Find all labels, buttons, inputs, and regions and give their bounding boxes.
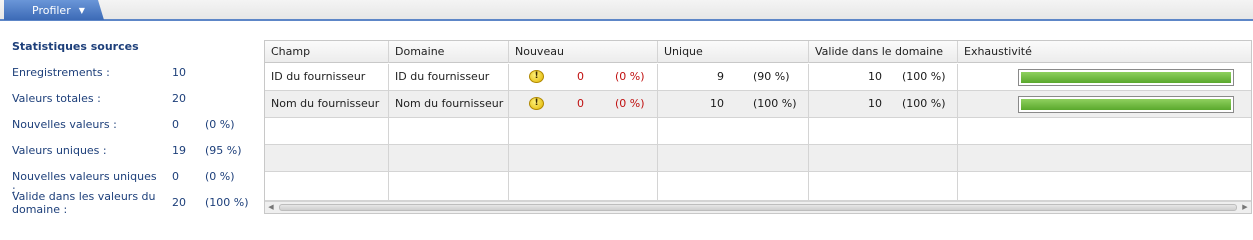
scroll-thumb[interactable] — [279, 204, 1237, 211]
stat-pct: (0 %) — [205, 118, 235, 131]
col-header-champ[interactable]: Champ — [265, 41, 389, 63]
source-stats-panel: Statistiques sources Enregistrements : 1… — [0, 30, 260, 216]
empty-cell — [265, 118, 389, 144]
col-header-domaine[interactable]: Domaine — [389, 41, 509, 63]
valide-value: 10 — [868, 97, 882, 110]
valide-pct: (100 %) — [902, 97, 946, 110]
unique-value: 9 — [717, 70, 724, 83]
tab-strip-accent — [0, 19, 1253, 21]
valide-pct: (100 %) — [902, 70, 946, 83]
empty-cell — [265, 145, 389, 171]
empty-cell — [509, 172, 658, 201]
empty-cell — [658, 145, 809, 171]
tab-profiler[interactable]: Profiler ▼ — [4, 0, 104, 20]
unique-pct: (90 %) — [753, 70, 790, 83]
table-row[interactable]: Nom du fournisseur Nom du fournisseur ! … — [265, 91, 1251, 118]
col-header-unique[interactable]: Unique — [658, 41, 809, 63]
empty-row — [265, 172, 1251, 201]
empty-cell — [809, 118, 958, 144]
completeness-bar — [1018, 96, 1234, 113]
stat-label: Nouvelles valeurs : — [12, 118, 117, 131]
cell-exhaustivite — [958, 91, 1251, 117]
cell-valide: 10 (100 %) — [809, 64, 958, 90]
empty-cell — [809, 172, 958, 201]
stat-pct: (95 %) — [205, 144, 242, 157]
stat-row-records: Enregistrements : 10 — [12, 66, 260, 86]
nouveau-pct: (0 %) — [615, 70, 645, 83]
cell-valide: 10 (100 %) — [809, 91, 958, 117]
stat-label: Valeurs uniques : — [12, 144, 107, 157]
stat-value: 20 — [172, 92, 186, 105]
cell-nouveau: ! 0 (0 %) — [509, 64, 658, 90]
horizontal-scrollbar[interactable]: ◀ ▶ — [265, 201, 1251, 213]
top-tab-strip: Profiler ▼ — [0, 0, 1253, 21]
stat-value: 0 — [172, 170, 179, 183]
stat-label: Enregistrements : — [12, 66, 110, 79]
scroll-right-icon[interactable]: ▶ — [1239, 202, 1251, 213]
stat-value: 0 — [172, 118, 179, 131]
stat-row-total-values: Valeurs totales : 20 — [12, 92, 260, 112]
empty-cell — [389, 172, 509, 201]
warning-icon[interactable]: ! — [529, 70, 544, 83]
caret-down-icon[interactable]: ▼ — [79, 6, 85, 15]
stat-row-new-unique-values: Nouvelles valeurs uniques : 0 (0 %) — [12, 170, 260, 196]
stat-row-valid-domain: Valide dans les valeurs du domaine : 20 … — [12, 190, 260, 216]
cell-champ: Nom du fournisseur — [265, 91, 389, 117]
cell-unique: 9 (90 %) — [658, 64, 809, 90]
empty-cell — [389, 145, 509, 171]
completeness-fill — [1021, 99, 1231, 110]
cell-unique: 10 (100 %) — [658, 91, 809, 117]
empty-cell — [658, 172, 809, 201]
empty-cell — [658, 118, 809, 144]
stat-row-unique-values: Valeurs uniques : 19 (95 %) — [12, 144, 260, 164]
cell-nouveau: ! 0 (0 %) — [509, 91, 658, 117]
nouveau-value: 0 — [577, 70, 584, 83]
empty-row — [265, 118, 1251, 145]
stat-pct: (0 %) — [205, 170, 235, 183]
empty-cell — [509, 145, 658, 171]
unique-value: 10 — [710, 97, 724, 110]
cell-domaine: Nom du fournisseur — [389, 91, 509, 117]
empty-cell — [809, 145, 958, 171]
stat-label: Valide dans les valeurs du domaine : — [12, 190, 156, 216]
stat-value: 10 — [172, 66, 186, 79]
valide-value: 10 — [868, 70, 882, 83]
completeness-fill — [1021, 72, 1231, 83]
stat-label: Valeurs totales : — [12, 92, 101, 105]
scroll-left-icon[interactable]: ◀ — [265, 202, 277, 213]
profile-grid: Champ Domaine Nouveau Unique Valide dans… — [264, 40, 1252, 214]
stat-pct: (100 %) — [205, 196, 249, 209]
empty-cell — [265, 172, 389, 201]
col-header-valide[interactable]: Valide dans le domaine — [809, 41, 958, 63]
cell-exhaustivite — [958, 64, 1251, 90]
stat-row-new-values: Nouvelles valeurs : 0 (0 %) — [12, 118, 260, 138]
table-row[interactable]: ID du fournisseur ID du fournisseur ! 0 … — [265, 64, 1251, 91]
stat-value: 19 — [172, 144, 186, 157]
grid-header: Champ Domaine Nouveau Unique Valide dans… — [265, 41, 1251, 63]
nouveau-pct: (0 %) — [615, 97, 645, 110]
stat-value: 20 — [172, 196, 186, 209]
unique-pct: (100 %) — [753, 97, 797, 110]
col-header-nouveau[interactable]: Nouveau — [509, 41, 658, 63]
empty-cell — [389, 118, 509, 144]
stats-title: Statistiques sources — [12, 40, 139, 53]
col-header-exhaustivite[interactable]: Exhaustivité — [958, 41, 1251, 63]
warning-icon[interactable]: ! — [529, 97, 544, 110]
cell-champ: ID du fournisseur — [265, 64, 389, 90]
cell-domaine: ID du fournisseur — [389, 64, 509, 90]
tab-profiler-label: Profiler — [32, 3, 71, 17]
completeness-bar — [1018, 69, 1234, 86]
nouveau-value: 0 — [577, 97, 584, 110]
empty-cell — [509, 118, 658, 144]
empty-row — [265, 145, 1251, 172]
